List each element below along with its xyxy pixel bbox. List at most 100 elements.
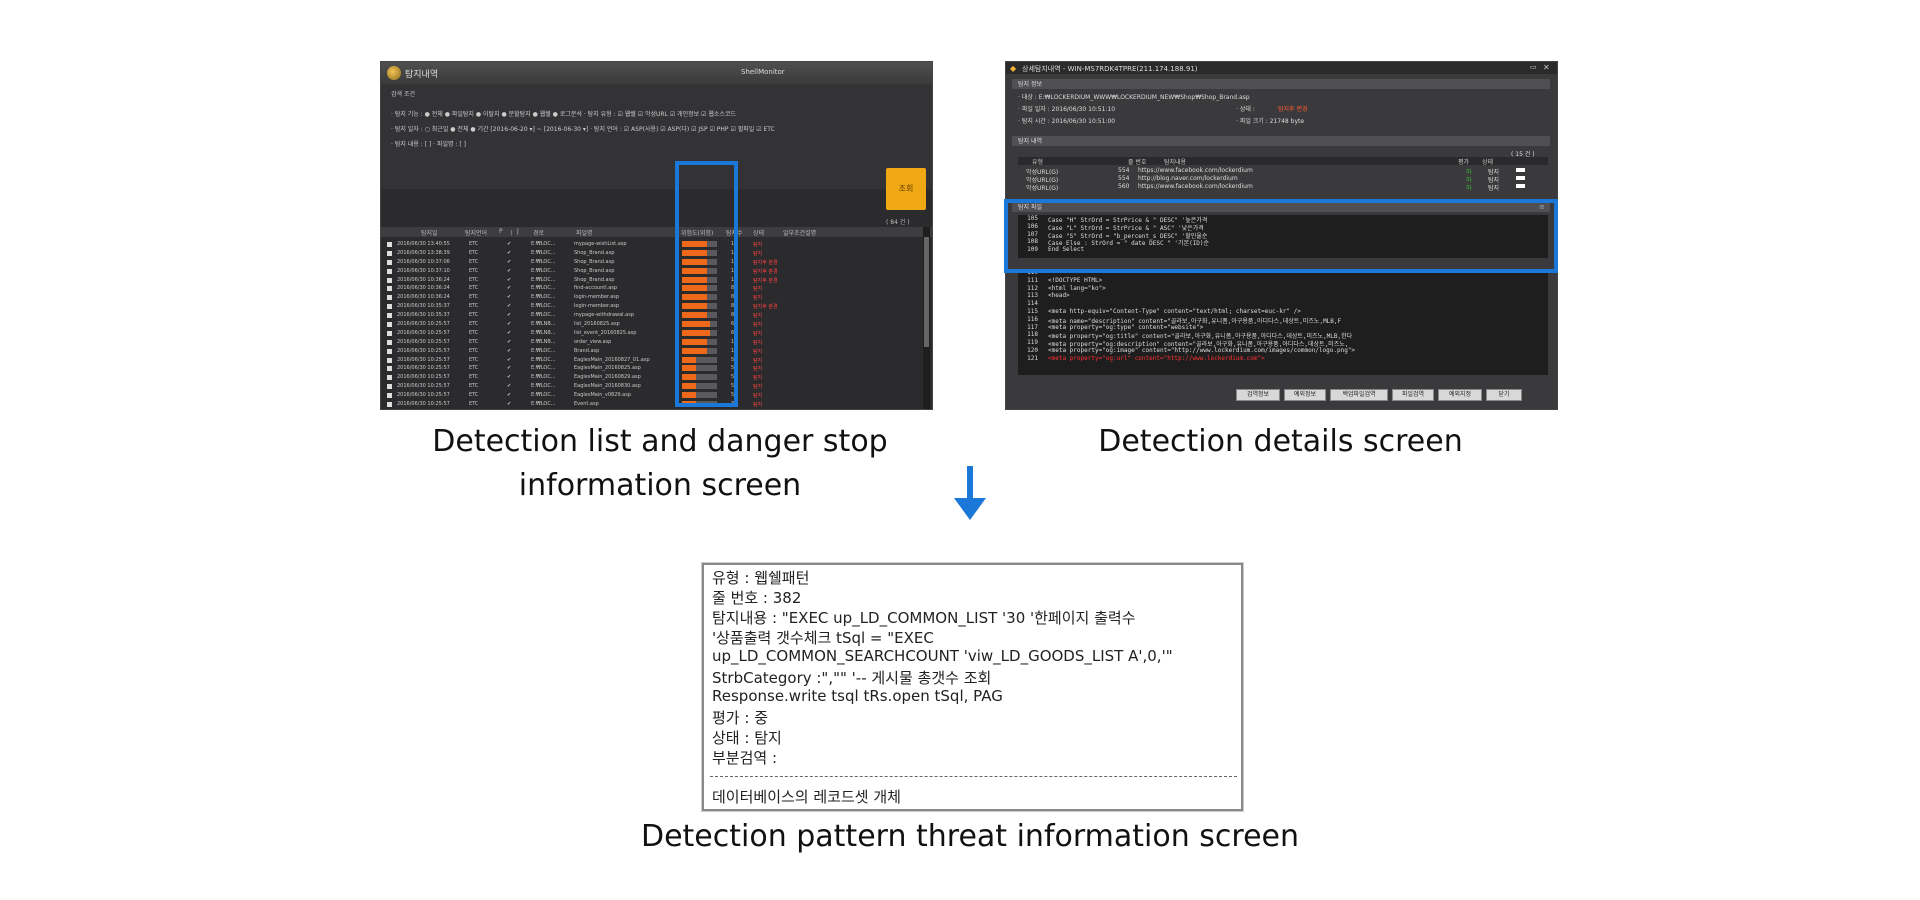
row-checkbox[interactable] bbox=[387, 375, 392, 381]
detail-button-3[interactable]: 파일검역 bbox=[1392, 389, 1434, 401]
item-toggle[interactable] bbox=[1516, 168, 1525, 172]
row-date: 2016/06/30 10:25:57 bbox=[397, 401, 450, 408]
info-target: · 대상 : E:₩LOCKERDIUM_WWW₩LOCKERDIUM_NEW₩… bbox=[1018, 94, 1250, 101]
table-row[interactable]: 2016/06/30 10:25:57 ETC ✔ E:₩LOC... Event.as… bbox=[381, 400, 932, 409]
detail-button-0[interactable]: 검역정보 bbox=[1236, 389, 1280, 401]
row-checkbox[interactable] bbox=[387, 402, 392, 408]
row-checkbox[interactable] bbox=[387, 295, 392, 301]
table-row[interactable]: 2016/06/30 10:25:57 ETC ✔ E:₩LNB... list_eve… bbox=[381, 329, 932, 338]
row-status: 탐지 bbox=[753, 366, 763, 373]
check-icon: ✔ bbox=[507, 321, 512, 328]
section-detect-list: 탐지 내역 bbox=[1012, 136, 1550, 146]
row-checkbox[interactable] bbox=[387, 268, 392, 274]
col-header-status[interactable]: 상태 bbox=[753, 228, 764, 237]
check-icon: ✔ bbox=[507, 285, 512, 292]
list-window-title: 탐지내역 bbox=[405, 70, 439, 80]
detail-button-4[interactable]: 예외지정 bbox=[1438, 389, 1482, 401]
table-row[interactable]: 2016/06/30 10:25:57 ETC ✔ E:₩LNB... order_vi… bbox=[381, 338, 932, 347]
col-header-i[interactable]: ㅣ bbox=[509, 228, 515, 237]
row-checkbox[interactable] bbox=[387, 304, 392, 310]
row-status: 탐지후 분경 bbox=[753, 259, 778, 266]
table-row[interactable]: 2016/06/30 10:37:06 ETC ✔ E:₩LOC... Shop_Bra… bbox=[381, 258, 932, 267]
close-icon[interactable]: ✕ bbox=[1543, 63, 1550, 72]
item-toggle[interactable] bbox=[1516, 176, 1525, 180]
restore-icon[interactable]: ▭ bbox=[1530, 63, 1537, 71]
row-checkbox[interactable] bbox=[387, 366, 392, 372]
item-line: 560 bbox=[1118, 183, 1130, 190]
scrollbar-thumb[interactable] bbox=[924, 237, 929, 347]
row-checkbox[interactable] bbox=[387, 277, 392, 283]
table-row[interactable]: 2016/06/30 10:25:57 ETC ✔ E:₩LOC... Brand.as… bbox=[381, 347, 932, 356]
detect-function-options[interactable]: · 탐지 기능 : ● 전체 ● 파일탐지 ● 이탈지 ● 분할탐지 ● 웹쉘 … bbox=[391, 109, 736, 118]
detail-col-state[interactable]: 상태 bbox=[1482, 157, 1493, 166]
table-row[interactable]: 2016/06/30 10:25:57 ETC ✔ E:₩LOC... EaglesMa… bbox=[381, 391, 932, 400]
table-row[interactable]: 2016/06/30 10:36:24 ETC ✔ E:₩LOC... Shop_Bra… bbox=[381, 276, 932, 285]
row-lang: ETC bbox=[469, 285, 479, 292]
detail-col-grade[interactable]: 평가 bbox=[1458, 157, 1469, 166]
detail-col-content[interactable]: 탐지내용 bbox=[1164, 157, 1186, 166]
table-row[interactable]: 2016/06/30 13:40:55 ETC ✔ E:₩LOC... mypage-w… bbox=[381, 240, 932, 249]
detail-button-1[interactable]: 예외정보 bbox=[1284, 389, 1326, 401]
row-checkbox[interactable] bbox=[387, 393, 392, 399]
info-detect-time: · 탐지 시간 : 2016/06/30 10:51:00 bbox=[1018, 118, 1116, 125]
table-row[interactable]: 2016/06/30 10:25:57ETC✔E:₩LOC...Mdpick.a… bbox=[381, 409, 932, 410]
row-checkbox[interactable] bbox=[387, 357, 392, 363]
row-checkbox[interactable] bbox=[387, 242, 392, 247]
row-checkbox[interactable] bbox=[387, 259, 392, 265]
table-row[interactable]: 2016/06/30 13:38:39 ETC ✔ E:₩LOC... Shop_Bra… bbox=[381, 249, 932, 258]
row-file: EaglesMain_20160830.asp bbox=[574, 383, 641, 390]
row-path: E:₩LOC... bbox=[531, 294, 556, 301]
row-date: 2016/06/30 10:25:57 bbox=[397, 347, 450, 354]
detail-col-line[interactable]: 줄 번호 bbox=[1128, 157, 1146, 166]
threat-line: 유형 : 웹쉘패턴 bbox=[712, 569, 810, 587]
check-icon: ✔ bbox=[507, 401, 512, 408]
col-header-j[interactable]: J bbox=[517, 228, 519, 235]
row-checkbox[interactable] bbox=[387, 339, 392, 345]
row-checkbox[interactable] bbox=[387, 286, 392, 292]
table-row[interactable]: 2016/06/30 10:36:24 ETC ✔ E:₩LOC... login-me… bbox=[381, 293, 932, 302]
detail-button-5[interactable]: 닫기 bbox=[1486, 389, 1522, 401]
search-button[interactable]: 조회 bbox=[886, 168, 926, 210]
row-lang: ETC bbox=[469, 276, 479, 283]
list-scrollbar[interactable] bbox=[923, 227, 930, 409]
detect-content-filter[interactable]: · 탐지 내용 : [ ] · 파일명 : [ ] bbox=[391, 139, 466, 148]
row-file: login-member.asp bbox=[574, 303, 620, 310]
row-checkbox[interactable] bbox=[387, 322, 392, 328]
table-row[interactable]: 2016/06/30 10:25:57 ETC ✔ E:₩LNB... list_201… bbox=[381, 320, 932, 329]
row-checkbox[interactable] bbox=[387, 348, 392, 354]
row-checkbox[interactable] bbox=[387, 313, 392, 319]
col-header-date[interactable]: 탐지일 bbox=[421, 228, 438, 237]
table-row[interactable]: 2016/06/30 10:25:57 ETC ✔ E:₩LOC... EaglesMa… bbox=[381, 364, 932, 373]
item-toggle[interactable] bbox=[1516, 184, 1525, 188]
table-row[interactable]: 2016/06/30 10:36:24 ETC ✔ E:₩LOC... find-acc… bbox=[381, 284, 932, 293]
row-lang: ETC bbox=[469, 267, 479, 274]
detail-button-2[interactable]: 백업파일검역 bbox=[1330, 389, 1388, 401]
threat-line: 부분검역 : bbox=[712, 749, 778, 767]
col-header-desc[interactable]: 일부조건설명 bbox=[783, 228, 816, 237]
table-row[interactable]: 2016/06/30 10:35:37 ETC ✔ E:₩LOC... mypage-w… bbox=[381, 311, 932, 320]
row-date: 2016/06/30 10:25:57 bbox=[397, 329, 450, 336]
row-checkbox[interactable] bbox=[387, 384, 392, 390]
row-checkbox[interactable] bbox=[387, 250, 392, 256]
check-icon: ✔ bbox=[507, 374, 512, 381]
table-row[interactable]: 2016/06/30 10:25:57 ETC ✔ E:₩LOC... EaglesMa… bbox=[381, 382, 932, 391]
caption-threat: Detection pattern threat information scr… bbox=[640, 819, 1300, 854]
table-row[interactable]: 2016/06/30 10:25:57 ETC ✔ E:₩LOC... EaglesMa… bbox=[381, 356, 932, 365]
row-checkbox[interactable] bbox=[387, 330, 392, 336]
detail-col-type[interactable]: 유형 bbox=[1032, 157, 1043, 166]
section-detect-info: 탐지 정보 bbox=[1012, 79, 1550, 89]
detect-date-options[interactable]: · 탐지 일자 : ○ 최근일 ● 전체 ● 기간 [2016-06-20 ▾]… bbox=[391, 124, 775, 133]
table-row[interactable]: 2016/06/30 10:25:57 ETC ✔ E:₩LOC... EaglesMa… bbox=[381, 373, 932, 382]
col-header-file[interactable]: 파일명 bbox=[576, 228, 593, 237]
col-header-lang[interactable]: 탐지언어 bbox=[465, 228, 487, 237]
col-header-p[interactable]: P bbox=[499, 228, 503, 235]
table-row[interactable]: 2016/06/30 10:35:37 ETC ✔ E:₩LOC... login-me… bbox=[381, 302, 932, 311]
threat-line: 평가 : 중 bbox=[712, 709, 768, 727]
row-path: E:₩LOC... bbox=[531, 365, 556, 372]
item-line: 554 bbox=[1118, 167, 1130, 174]
list-table-header: 탐지일 탐지언어 P ㅣ J 경로 파일명 위험도(위험) 탐지수 상태 일부조… bbox=[381, 227, 932, 237]
col-header-path[interactable]: 경로 bbox=[533, 228, 544, 237]
table-row[interactable]: 2016/06/30 10:37:10 ETC ✔ E:₩LOC... Shop_Bra… bbox=[381, 267, 932, 276]
code-line: 121 <meta property="og:url" content="http… bbox=[1018, 355, 1548, 363]
row-file: Shop_Brand.asp bbox=[574, 249, 615, 256]
